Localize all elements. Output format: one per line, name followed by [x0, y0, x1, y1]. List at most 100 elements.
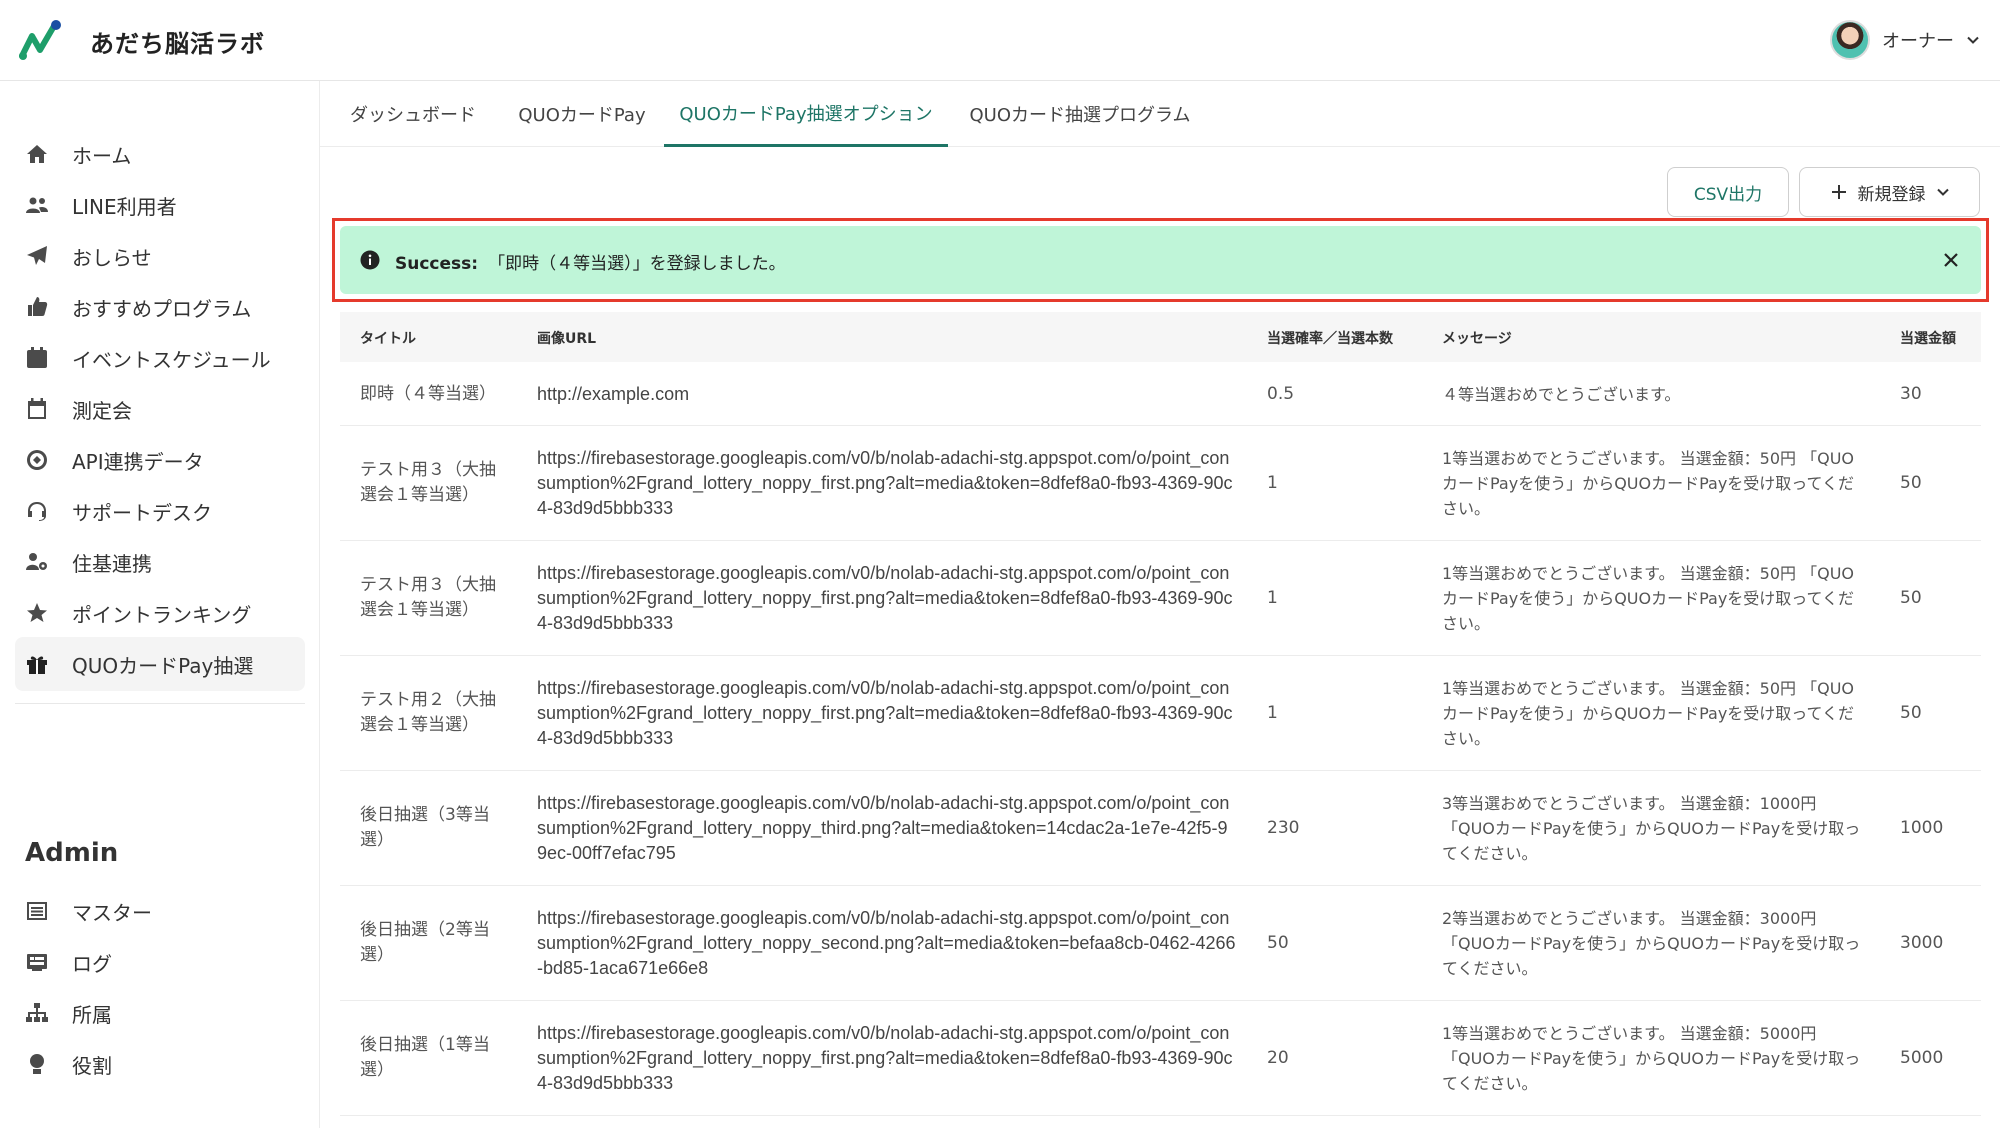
cell-image-url: https://firebasestorage.googleapis.com/v…	[537, 448, 1233, 518]
cell-message: ４等当選おめでとうございます。	[1442, 385, 1681, 404]
cell-amount: 30	[1900, 384, 1922, 404]
column-header-image-url: 画像URL	[537, 331, 597, 347]
tab-quo-pay-lottery-options[interactable]: QUOカードPay抽選オプション	[664, 81, 948, 147]
chevron-down-icon[interactable]	[1966, 33, 1980, 47]
column-header-title: タイトル	[360, 331, 416, 347]
table-row[interactable]: テスト用２（大抽選会１等当選） https://firebasestorage.…	[340, 656, 1981, 771]
paper-plane-icon	[24, 243, 50, 269]
cell-message: 1等当選おめでとうございます。 当選金額：50円 「QUOカードPayを使う」か…	[1442, 564, 1855, 633]
thumbs-up-icon	[24, 294, 50, 320]
table-header: タイトル 画像URL 当選確率／当選本数 メッセージ 当選金額	[340, 312, 1981, 362]
cell-title: テスト用２（大抽選会１等当選）	[360, 690, 496, 735]
table-row[interactable]: 後日抽選（2等当選） https://firebasestorage.googl…	[340, 886, 1981, 1001]
sidebar-item-line-users[interactable]: LINE利用者	[15, 178, 305, 232]
sidebar-item-master[interactable]: マスター	[15, 884, 305, 938]
sidebar-item-label: おしらせ	[72, 245, 152, 270]
sidebar-item-label: マスター	[72, 900, 152, 925]
cell-image-url: http://example.com	[537, 384, 690, 404]
sidebar-item-label: 所属	[72, 1002, 112, 1027]
tab-bar: ダッシュボード QUOカードPay QUOカードPay抽選オプション QUOカー…	[320, 81, 2000, 147]
sidebar-item-quo-lottery[interactable]: QUOカードPay抽選	[15, 637, 305, 691]
sidebar-item-home[interactable]: ホーム	[15, 127, 305, 181]
sidebar-item-events[interactable]: イベントスケジュール	[15, 331, 305, 385]
chevron-down-icon	[1936, 188, 1949, 196]
cell-message: 3等当選おめでとうございます。 当選金額：1000円 「QUOカードPayを使う…	[1442, 794, 1861, 863]
column-header-message: メッセージ	[1442, 331, 1512, 347]
cell-image-url: https://firebasestorage.googleapis.com/v…	[537, 908, 1236, 978]
sidebar-item-support[interactable]: サポートデスク	[15, 484, 305, 538]
table-row[interactable]: テスト用３（大抽選会１等当選） https://firebasestorage.…	[340, 541, 1981, 656]
user-name[interactable]: オーナー	[1882, 27, 1954, 53]
home-icon	[24, 141, 50, 167]
cell-probability: 1	[1267, 588, 1278, 608]
sidebar-item-label: サポートデスク	[72, 500, 212, 525]
table-row[interactable]: 即時（４等当選） http://example.com 0.5 ４等当選おめでと…	[340, 362, 1981, 426]
cell-message: 2等当選おめでとうございます。 当選金額：3000円 「QUOカードPayを使う…	[1442, 909, 1861, 978]
sidebar-item-role[interactable]: 役割	[15, 1037, 305, 1091]
cell-title: テスト用３（大抽選会１等当選）	[360, 575, 496, 620]
cell-amount: 5000	[1900, 1048, 1944, 1068]
gift-icon	[24, 651, 50, 677]
sidebar-item-affiliation[interactable]: 所属	[15, 986, 305, 1040]
sidebar-item-log[interactable]: ログ	[15, 935, 305, 989]
success-alert: Success: 「即時（４等当選）」を登録しました。	[340, 226, 1981, 294]
sidebar-item-ranking[interactable]: ポイントランキング	[15, 586, 305, 640]
plus-icon	[1831, 185, 1846, 199]
star-icon	[24, 600, 50, 626]
cell-message: 1等当選おめでとうございます。 当選金額：5000円 「QUOカードPayを使う…	[1442, 1024, 1861, 1093]
logo-icon[interactable]	[18, 18, 64, 62]
cell-title: 後日抽選（3等当選）	[360, 805, 490, 850]
cell-image-url: https://firebasestorage.googleapis.com/v…	[537, 563, 1233, 633]
new-register-button[interactable]: 新規登録	[1799, 167, 1980, 217]
top-header: あだち脳活ラボ オーナー	[0, 0, 2000, 81]
cell-amount: 1000	[1900, 818, 1944, 838]
sidebar-item-label: 役割	[72, 1053, 112, 1078]
info-icon	[360, 250, 380, 270]
brand-name: あだち脳活ラボ	[90, 30, 265, 58]
org-icon	[24, 1000, 50, 1026]
admin-section-title: Admin	[25, 838, 119, 868]
tab-dashboard[interactable]: ダッシュボード	[338, 81, 488, 147]
user-menu[interactable]: オーナー	[1830, 20, 1980, 60]
cell-image-url: https://firebasestorage.googleapis.com/v…	[537, 678, 1233, 748]
sidebar-item-resident[interactable]: 住基連携	[15, 535, 305, 589]
sidebar-item-label: 住基連携	[72, 551, 152, 576]
tab-quo-pay[interactable]: QUOカードPay	[502, 81, 662, 147]
cell-title: 後日抽選（1等当選）	[360, 1035, 490, 1080]
sidebar-item-label: ホーム	[72, 143, 132, 168]
close-icon[interactable]	[1939, 248, 1963, 272]
csv-export-button[interactable]: CSV出力	[1667, 167, 1789, 217]
sidebar-divider	[15, 703, 305, 704]
cell-message: 1等当選おめでとうございます。 当選金額：50円 「QUOカードPayを使う」か…	[1442, 449, 1855, 518]
cell-probability: 1	[1267, 473, 1278, 493]
sidebar-item-label: ポイントランキング	[72, 602, 252, 627]
tab-quo-lottery-program[interactable]: QUOカード抽選プログラム	[960, 81, 1200, 147]
cell-amount: 50	[1900, 473, 1922, 493]
column-header-amount: 当選金額	[1900, 331, 1956, 347]
alert-body: 「即時（４等当選）」を登録しました。	[488, 254, 786, 274]
api-icon	[24, 447, 50, 473]
cell-title: 即時（４等当選）	[360, 384, 496, 404]
table-row[interactable]: 後日抽選（1等当選） https://firebasestorage.googl…	[340, 1001, 1981, 1116]
sidebar-item-label: 測定会	[72, 398, 132, 423]
table-row[interactable]: 後日抽選（3等当選） https://firebasestorage.googl…	[340, 771, 1981, 886]
table-row[interactable]: テスト用３（大抽選会１等当選） https://firebasestorage.…	[340, 426, 1981, 541]
sidebar-item-label: QUOカードPay抽選	[72, 653, 254, 678]
cell-probability: 1	[1267, 703, 1278, 723]
avatar[interactable]	[1830, 20, 1870, 60]
sidebar-item-api[interactable]: API連携データ	[15, 433, 305, 487]
cell-title: テスト用３（大抽選会１等当選）	[360, 460, 496, 505]
alert-message: Success: 「即時（４等当選）」を登録しました。	[395, 249, 786, 274]
cell-message: 1等当選おめでとうございます。 当選金額：50円 「QUOカードPayを使う」か…	[1442, 679, 1855, 748]
lottery-options-table: タイトル 画像URL 当選確率／当選本数 メッセージ 当選金額 即時（４等当選）…	[340, 312, 1981, 1128]
sidebar-item-programs[interactable]: おすすめプログラム	[15, 280, 305, 334]
sidebar-item-label: LINE利用者	[72, 194, 177, 219]
users-icon	[24, 192, 50, 218]
sidebar-item-notices[interactable]: おしらせ	[15, 229, 305, 283]
cell-image-url: https://firebasestorage.googleapis.com/v…	[537, 793, 1230, 863]
sidebar-item-measurement[interactable]: 測定会	[15, 382, 305, 436]
calendar-icon	[24, 345, 50, 371]
cell-probability: 230	[1267, 818, 1300, 838]
sidebar-item-label: おすすめプログラム	[72, 296, 252, 321]
column-header-probability: 当選確率／当選本数	[1267, 331, 1393, 347]
